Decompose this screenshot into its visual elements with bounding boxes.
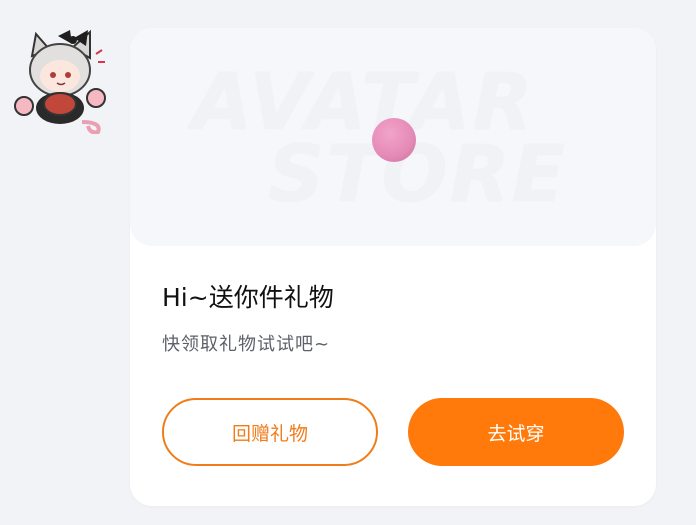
try-on-button[interactable]: 去试穿 [408,398,624,466]
watermark-store-text: STORE [268,130,568,220]
avatar-illustration [14,29,106,135]
avatar [10,26,110,135]
gift-card: AVATAR STORE Hi~送你件礼物 快领取礼物试试吧~ 回赠礼物 去试穿 [130,28,656,506]
gift-back-button[interactable]: 回赠礼物 [162,398,378,466]
loading-dot [372,118,416,162]
gift-back-button-label: 回赠礼物 [231,422,308,445]
card-title: Hi~送你件礼物 [162,283,334,312]
card-subtitle: 快领取礼物试试吧~ [162,334,331,355]
try-on-button-label: 去试穿 [487,422,545,445]
avatar-store-banner: AVATAR STORE [130,28,656,246]
